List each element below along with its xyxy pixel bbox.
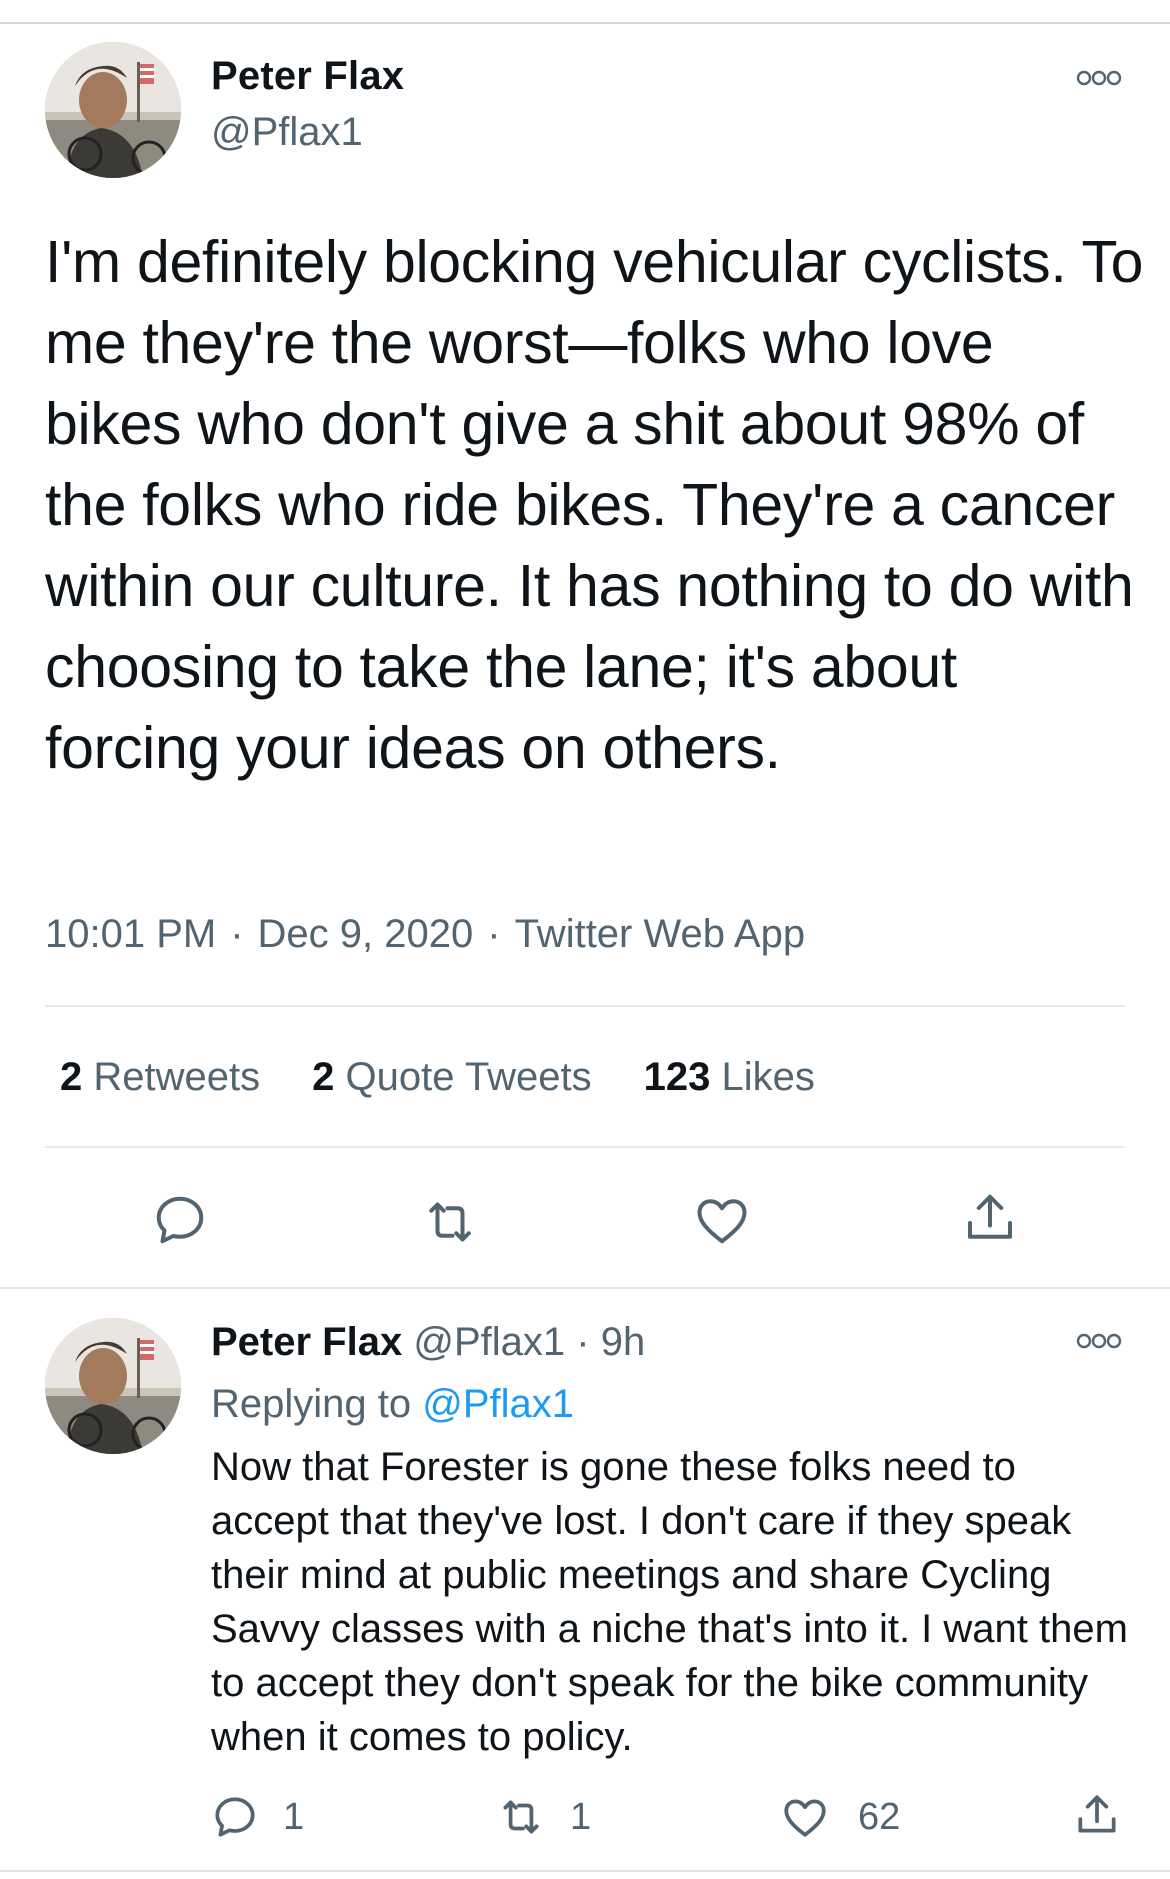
retweets-stat[interactable]: 2 Retweets xyxy=(60,1055,260,1100)
reply-author-name[interactable]: Peter Flax xyxy=(211,1320,402,1364)
tweet-meta: 10:01 PM · Dec 9, 2020 · Twitter Web App xyxy=(45,912,805,957)
divider xyxy=(45,1005,1125,1007)
like-icon[interactable] xyxy=(692,1190,752,1250)
author-name[interactable]: Peter Flax xyxy=(211,54,404,99)
more-options-icon[interactable] xyxy=(1076,70,1122,86)
share-icon[interactable] xyxy=(1072,1790,1122,1840)
tweet-date[interactable]: Dec 9, 2020 xyxy=(258,912,474,956)
tweet-time[interactable]: 10:01 PM xyxy=(45,912,216,956)
avatar[interactable] xyxy=(45,1318,181,1454)
avatar[interactable] xyxy=(45,42,181,178)
like-count: 62 xyxy=(858,1796,901,1838)
top-divider xyxy=(0,22,1170,24)
reply-icon[interactable] xyxy=(210,1792,260,1842)
quote-tweets-stat[interactable]: 2 Quote Tweets xyxy=(312,1055,591,1100)
header-separator: · xyxy=(576,1320,590,1364)
likes-stat[interactable]: 123 Likes xyxy=(644,1055,815,1100)
more-options-icon[interactable] xyxy=(1076,1333,1122,1349)
tweet-stats: 2 Retweets 2 Quote Tweets 123 Likes xyxy=(60,1055,867,1100)
bottom-divider xyxy=(0,1870,1170,1872)
replying-to: Replying to @Pflax1 xyxy=(211,1382,574,1427)
meta-separator: · xyxy=(230,912,244,956)
retweet-icon[interactable] xyxy=(420,1192,480,1252)
share-icon[interactable] xyxy=(960,1188,1020,1248)
retweet-count: 1 xyxy=(570,1796,592,1838)
replying-label: Replying to xyxy=(211,1382,412,1426)
replying-mention[interactable]: @Pflax1 xyxy=(422,1382,574,1426)
tweet-text: I'm definitely blocking vehicular cyclis… xyxy=(45,229,1144,781)
author-handle[interactable]: @Pflax1 xyxy=(211,110,363,155)
reply-count: 1 xyxy=(283,1796,305,1838)
meta-separator: · xyxy=(487,912,501,956)
reply-time[interactable]: 9h xyxy=(601,1320,646,1364)
like-icon[interactable] xyxy=(780,1792,830,1842)
divider xyxy=(45,1146,1125,1148)
reply-header: Peter Flax @Pflax1 · 9h xyxy=(211,1320,645,1365)
reply-text: Now that Forester is gone these folks ne… xyxy=(211,1445,1128,1759)
tweet-separator xyxy=(0,1287,1170,1289)
retweet-icon[interactable] xyxy=(496,1792,546,1842)
tweet-source[interactable]: Twitter Web App xyxy=(515,912,806,956)
reply-author-handle[interactable]: @Pflax1 xyxy=(413,1320,565,1364)
reply-icon[interactable] xyxy=(150,1190,210,1250)
